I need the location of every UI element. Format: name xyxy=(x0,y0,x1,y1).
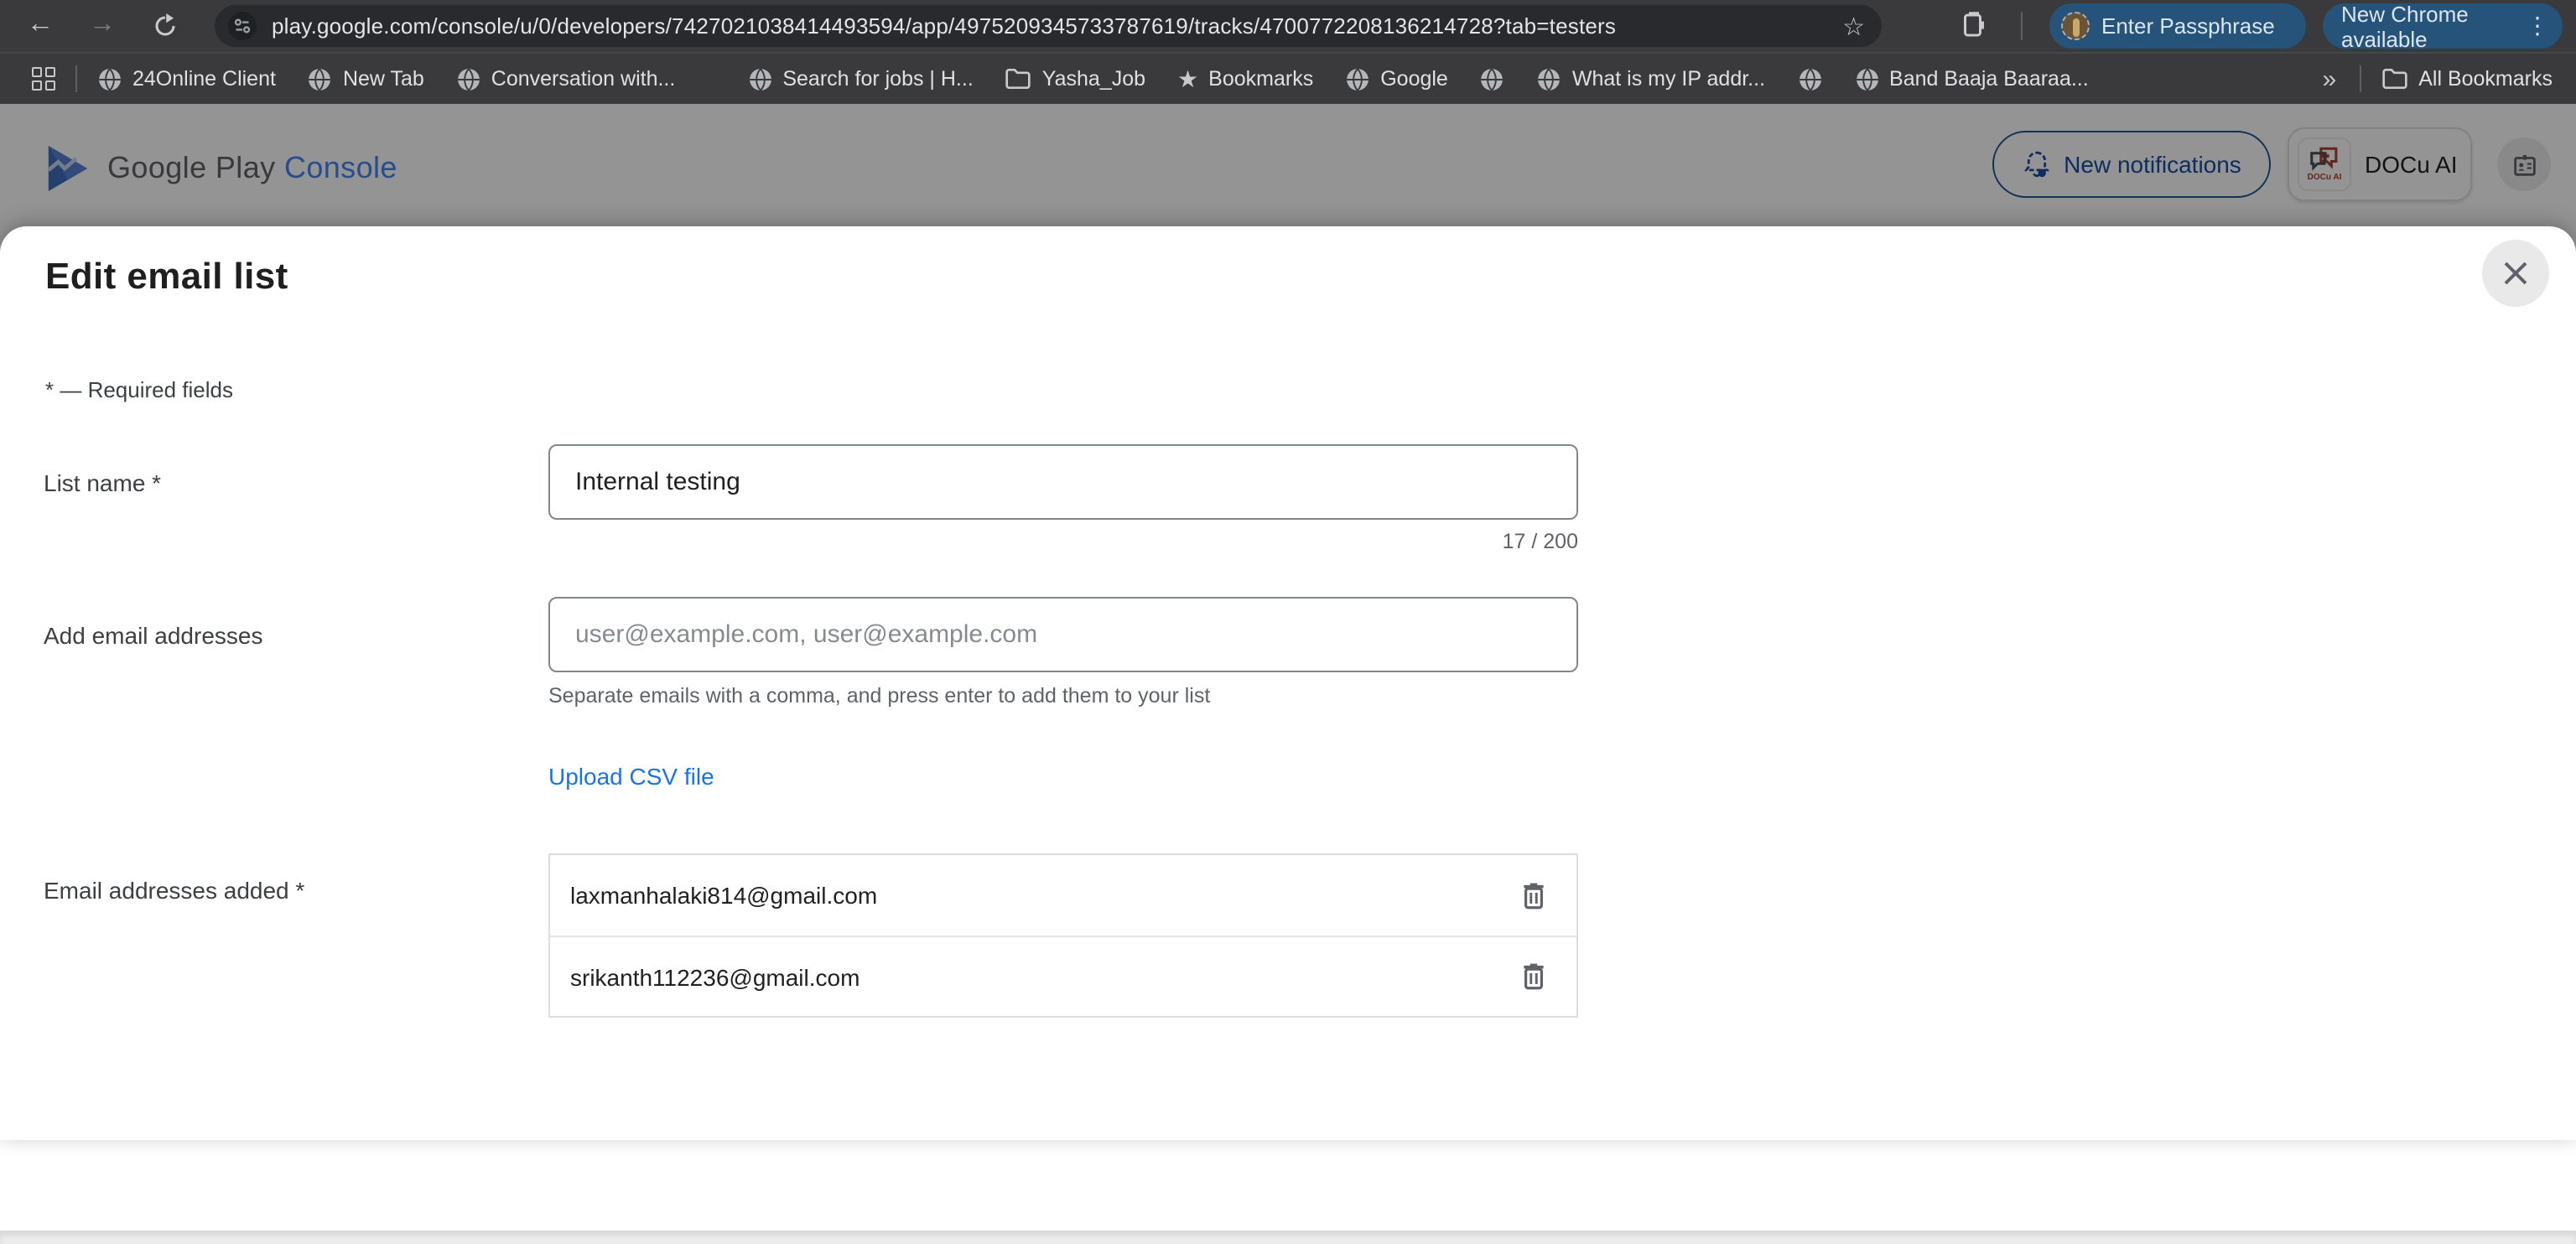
bookmark-unlabeled-2[interactable] xyxy=(1797,66,1822,91)
bookmark-band-baaja[interactable]: Band Baaja Baaraa... xyxy=(1854,66,2089,91)
profile-avatar xyxy=(2061,12,2090,40)
email-addresses-added-label: Email addresses added * xyxy=(44,877,304,904)
bookmark-folder-yasha-job[interactable]: Yasha_Job xyxy=(1005,67,1145,91)
email-address: laxmanhalaki814@gmail.com xyxy=(570,882,1509,909)
trash-icon xyxy=(1520,881,1545,910)
toolbar-divider xyxy=(2021,12,2023,40)
back-icon[interactable]: ← xyxy=(18,3,62,47)
globe-icon xyxy=(1345,66,1370,91)
globe-icon xyxy=(1854,66,1879,91)
modal-title: Edit email list xyxy=(45,255,288,298)
forward-icon[interactable]: → xyxy=(80,3,124,47)
add-email-addresses-label: Add email addresses xyxy=(44,622,263,649)
apps-grid-icon[interactable] xyxy=(32,67,55,91)
required-fields-note: * — Required fields xyxy=(45,377,233,402)
new-chrome-label: New Chrome available xyxy=(2341,1,2511,51)
browser-toolbar: ← → play.google.com/console/u/0/develope… xyxy=(0,0,2576,52)
add-emails-helper-text: Separate emails with a comma, and press … xyxy=(548,684,1210,708)
globe-icon xyxy=(1797,66,1822,91)
delete-email-button[interactable] xyxy=(1509,953,1556,1000)
bookmark-search-jobs[interactable]: Search for jobs | H... xyxy=(747,66,973,91)
site-info-icon[interactable] xyxy=(228,12,257,40)
url-text[interactable]: play.google.com/console/u/0/developers/7… xyxy=(272,13,1842,39)
bookmarks-overflow-icon[interactable]: » xyxy=(2323,65,2337,93)
side-panel-icon[interactable] xyxy=(1959,10,1992,44)
chrome-menu-icon[interactable]: ⋮ xyxy=(2526,12,2549,40)
enter-passphrase-label: Enter Passphrase xyxy=(2101,13,2275,39)
email-row: srikanth112236@gmail.com xyxy=(550,936,1576,1016)
folder-icon xyxy=(1005,67,1032,91)
delete-email-button[interactable] xyxy=(1509,872,1556,919)
bookmark-google[interactable]: Google xyxy=(1345,66,1448,91)
bookmark-what-is-my-ip[interactable]: What is my IP addr... xyxy=(1537,66,1765,91)
bookmark-bookmarks[interactable]: ★ Bookmarks xyxy=(1177,65,1313,93)
globe-icon xyxy=(747,66,772,91)
upload-csv-link[interactable]: Upload CSV file xyxy=(548,763,714,790)
bookmark-new-tab[interactable]: New Tab xyxy=(308,66,424,91)
globe-icon xyxy=(97,66,122,91)
bookmark-24online[interactable]: 24Online Client xyxy=(97,66,276,91)
bookmark-star-icon[interactable]: ☆ xyxy=(1842,11,1865,41)
trash-icon xyxy=(1520,962,1545,991)
globe-icon xyxy=(308,66,333,91)
close-icon xyxy=(2502,260,2529,287)
url-bar[interactable]: play.google.com/console/u/0/developers/7… xyxy=(215,5,1882,47)
edit-email-list-modal: Edit email list * — Required fields List… xyxy=(0,226,2576,1140)
new-chrome-available-button[interactable]: New Chrome available ⋮ xyxy=(2323,3,2563,49)
close-button[interactable] xyxy=(2482,240,2549,307)
email-address: srikanth112236@gmail.com xyxy=(570,963,1509,990)
all-bookmarks-button[interactable]: All Bookmarks xyxy=(2381,67,2553,91)
globe-icon xyxy=(1537,66,1562,91)
add-email-addresses-input[interactable] xyxy=(548,597,1578,672)
list-name-label: List name * xyxy=(44,469,161,496)
email-row: laxmanhalaki814@gmail.com xyxy=(550,855,1576,936)
globe-icon xyxy=(456,66,481,91)
enter-passphrase-button[interactable]: Enter Passphrase xyxy=(2049,3,2306,49)
bookmarks-bar: 24Online Client New Tab Conversation wit… xyxy=(0,52,2576,104)
globe-icon xyxy=(1480,66,1505,91)
bottom-edge-strip xyxy=(0,1231,2576,1244)
bookmarks-divider xyxy=(75,65,77,92)
screen: ← → play.google.com/console/u/0/develope… xyxy=(0,0,2576,1244)
star-icon: ★ xyxy=(1177,65,1198,93)
email-list: laxmanhalaki814@gmail.com srikanth112236… xyxy=(548,853,1578,1018)
folder-icon xyxy=(2381,67,2408,91)
bookmarks-divider-right xyxy=(2360,65,2361,92)
bookmark-unlabeled-1[interactable] xyxy=(1480,66,1505,91)
bookmark-conversation[interactable]: Conversation with... xyxy=(456,66,676,91)
character-counter: 17 / 200 xyxy=(548,530,1578,553)
list-name-input[interactable] xyxy=(548,444,1578,520)
reload-icon[interactable] xyxy=(143,3,186,47)
